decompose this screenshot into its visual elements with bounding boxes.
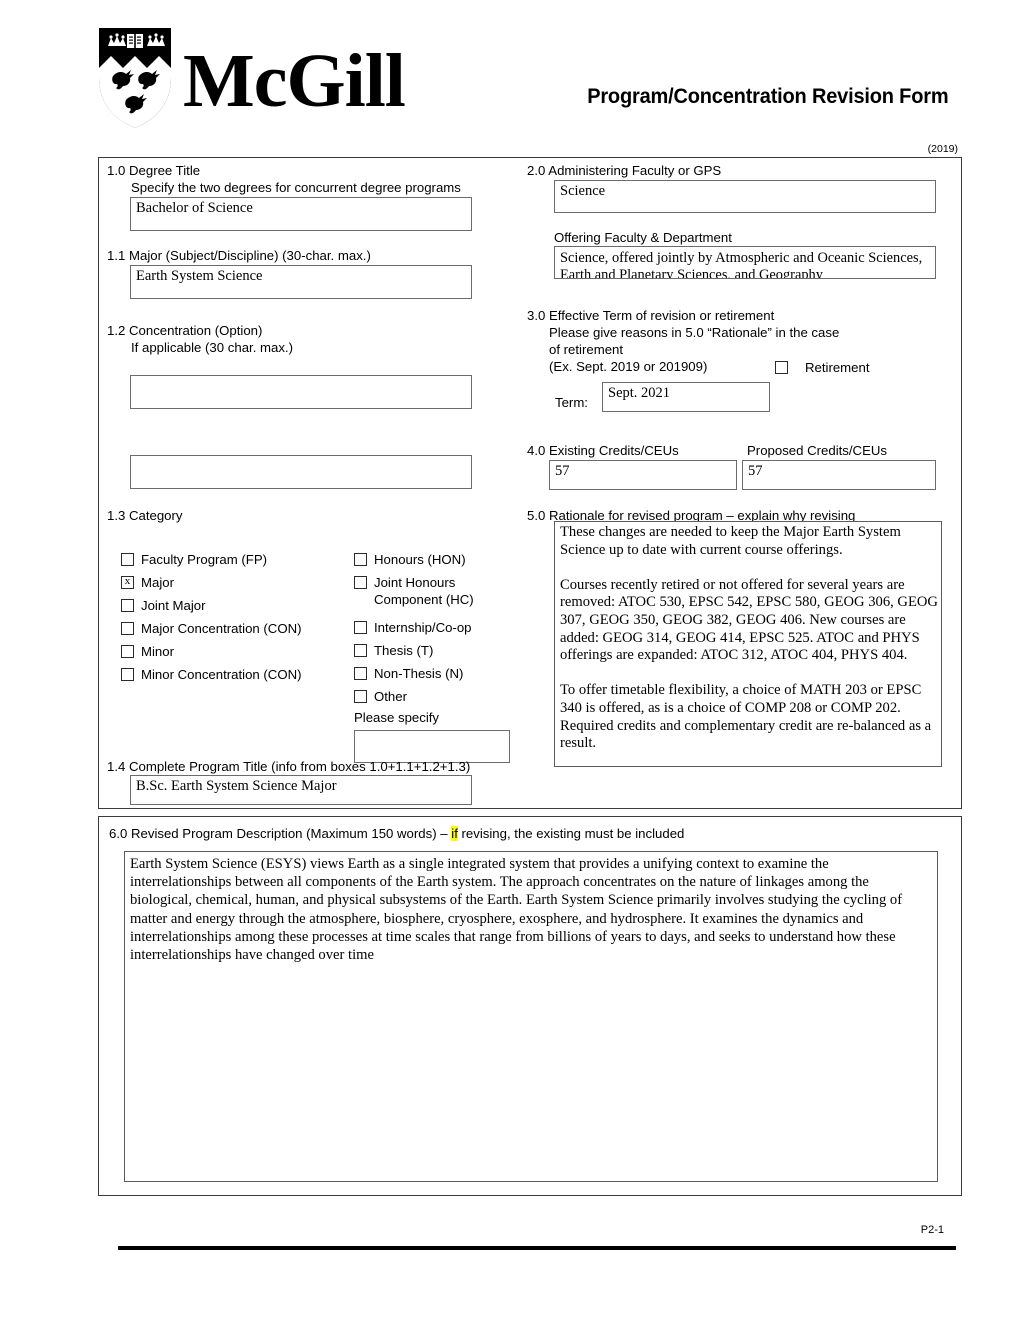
field-1-0-value: Bachelor of Science <box>136 200 253 216</box>
hint-1-0: Specify the two degrees for concurrent d… <box>131 180 461 195</box>
checkbox-label-major: Major <box>141 575 174 590</box>
hint-1-2: If applicable (30 char. max.) <box>131 340 293 355</box>
checkbox-retirement[interactable]: Retirement <box>775 359 870 376</box>
label-3-0-effective-term: 3.0 Effective Term of revision or retire… <box>527 308 775 323</box>
field-existing-credits-value: 57 <box>555 463 570 479</box>
form-year-stamp: (2019) <box>927 143 958 155</box>
checkbox-box-non-thesis[interactable] <box>354 667 367 680</box>
checkbox-label-retirement: Retirement <box>805 360 870 375</box>
checkbox-box-minor-concentration[interactable] <box>121 668 134 681</box>
checkbox-label-non-thesis: Non-Thesis (N) <box>374 666 464 681</box>
checkbox-other[interactable]: Other <box>354 688 407 705</box>
checkbox-label-other: Other <box>374 689 407 704</box>
label-term: Term: <box>555 395 588 410</box>
checkbox-box-major-concentration[interactable] <box>121 622 134 635</box>
label-4-0-proposed-credits: Proposed Credits/CEUs <box>747 443 887 458</box>
field-term[interactable]: Sept. 2021 <box>602 382 770 412</box>
checkbox-minor[interactable]: Minor <box>121 643 174 660</box>
field-2-0-administering-faculty[interactable]: Science <box>554 180 936 213</box>
field-6-0-description-value: Earth System Science (ESYS) views Earth … <box>130 856 903 964</box>
hint-3-0-line-1: Please give reasons in 5.0 “Rationale” i… <box>549 325 840 340</box>
checkbox-label-thesis: Thesis (T) <box>374 643 434 658</box>
field-5-0-rationale-value: These changes are needed to keep the Maj… <box>560 524 938 752</box>
checkbox-box-joint-honours-component[interactable] <box>354 576 367 589</box>
checkbox-box-internship-coop[interactable] <box>354 621 367 634</box>
checkbox-label-internship-coop: Internship/Co-op <box>374 620 472 635</box>
field-1-1-major[interactable]: Earth System Science <box>130 265 472 299</box>
field-existing-credits[interactable]: 57 <box>549 460 737 490</box>
heading-6-0-before: 6.0 Revised Program Description (Maximum… <box>109 826 452 841</box>
field-1-1-value: Earth System Science <box>136 268 263 284</box>
checkbox-honours[interactable]: Honours (HON) <box>354 551 466 568</box>
mcgill-logo: McGill <box>95 26 406 130</box>
field-1-4-complete-program-title[interactable]: B.Sc. Earth System Science Major <box>130 775 472 805</box>
field-2-0-value: Science <box>560 183 606 199</box>
field-offering-faculty-department[interactable]: Science, offered jointly by Atmospheric … <box>554 246 936 279</box>
field-proposed-credits[interactable]: 57 <box>742 460 936 490</box>
checkbox-box-minor[interactable] <box>121 645 134 658</box>
checkbox-label-minor: Minor <box>141 644 174 659</box>
field-1-2-concentration-2[interactable] <box>130 455 472 489</box>
field-term-value: Sept. 2021 <box>608 385 671 401</box>
field-1-0-degree-title[interactable]: Bachelor of Science <box>130 197 472 231</box>
label-2-0-administering-faculty: 2.0 Administering Faculty or GPS <box>527 163 722 178</box>
checkbox-major-concentration[interactable]: Major Concentration (CON) <box>121 620 302 637</box>
mcgill-shield-icon <box>99 28 171 128</box>
field-6-0-description[interactable]: Earth System Science (ESYS) views Earth … <box>124 851 938 1182</box>
checkbox-internship-coop[interactable]: Internship/Co-op <box>354 619 472 636</box>
checkbox-label-faculty-program: Faculty Program (FP) <box>141 552 268 567</box>
label-1-1-major: 1.1 Major (Subject/Discipline) (30-char.… <box>107 248 371 263</box>
checkbox-joint-honours-component[interactable]: Joint Honours Component (HC) <box>354 574 474 608</box>
checkbox-label-major-concentration: Major Concentration (CON) <box>141 621 302 636</box>
checkbox-major[interactable]: Major <box>121 574 174 591</box>
checkbox-minor-concentration[interactable]: Minor Concentration (CON) <box>121 666 302 683</box>
form-title: Program/Concentration Revision Form <box>586 84 948 108</box>
field-proposed-credits-value: 57 <box>748 463 763 479</box>
label-4-0-existing-credits: 4.0 Existing Credits/CEUs <box>527 443 679 458</box>
field-1-2-concentration-1[interactable] <box>130 375 472 409</box>
footer-page-number: P2-1 <box>920 1224 944 1236</box>
field-5-0-rationale[interactable]: These changes are needed to keep the Maj… <box>554 521 942 767</box>
checkbox-box-thesis[interactable] <box>354 644 367 657</box>
hint-3-0-line-2: of retirement <box>549 342 624 357</box>
field-1-2-value-2 <box>131 456 471 458</box>
checkbox-label-minor-concentration: Minor Concentration (CON) <box>141 667 302 682</box>
label-1-4-complete-program-title: 1.4 Complete Program Title (info from bo… <box>107 759 471 774</box>
checkbox-box-other[interactable] <box>354 690 367 703</box>
label-1-3-category: 1.3 Category <box>107 508 183 523</box>
checkbox-thesis[interactable]: Thesis (T) <box>354 642 433 659</box>
checkbox-box-faculty-program[interactable] <box>121 553 134 566</box>
field-1-4-value: B.Sc. Earth System Science Major <box>136 778 337 794</box>
label-please-specify: Please specify <box>354 710 440 725</box>
hint-3-0-line-3: (Ex. Sept. 2019 or 201909) <box>549 359 708 374</box>
label-6-0-revised-program-description: 6.0 Revised Program Description (Maximum… <box>109 825 684 842</box>
field-please-specify-value <box>355 731 509 733</box>
checkbox-non-thesis[interactable]: Non-Thesis (N) <box>354 665 463 682</box>
field-1-2-value-1 <box>131 376 471 378</box>
checkbox-label-honours: Honours (HON) <box>374 552 466 567</box>
mcgill-wordmark: McGill <box>183 39 406 123</box>
checkbox-label-joint-honours-component: Joint Honours Component (HC) <box>374 575 474 607</box>
checkbox-box-honours[interactable] <box>354 553 367 566</box>
field-offering-faculty-value: Science, offered jointly by Atmospheric … <box>560 250 926 279</box>
footer-rule <box>118 1246 956 1250</box>
page-header: McGill Program/Concentration Revision Fo… <box>0 0 1020 140</box>
checkbox-box-retirement[interactable] <box>775 361 788 374</box>
label-offering-faculty-department: Offering Faculty & Department <box>554 230 732 245</box>
checkbox-joint-major[interactable]: Joint Major <box>121 597 206 614</box>
heading-6-0-after: revising, the existing must be included <box>457 826 685 841</box>
checkbox-box-joint-major[interactable] <box>121 599 134 612</box>
checkbox-faculty-program[interactable]: Faculty Program (FP) <box>121 551 267 568</box>
heading-6-0-highlight: if <box>451 826 458 841</box>
checkbox-box-major[interactable] <box>121 574 134 589</box>
label-1-0-degree-title: 1.0 Degree Title <box>107 163 201 178</box>
label-1-2-concentration: 1.2 Concentration (Option) <box>107 323 263 338</box>
checkbox-label-joint-major: Joint Major <box>141 598 206 613</box>
